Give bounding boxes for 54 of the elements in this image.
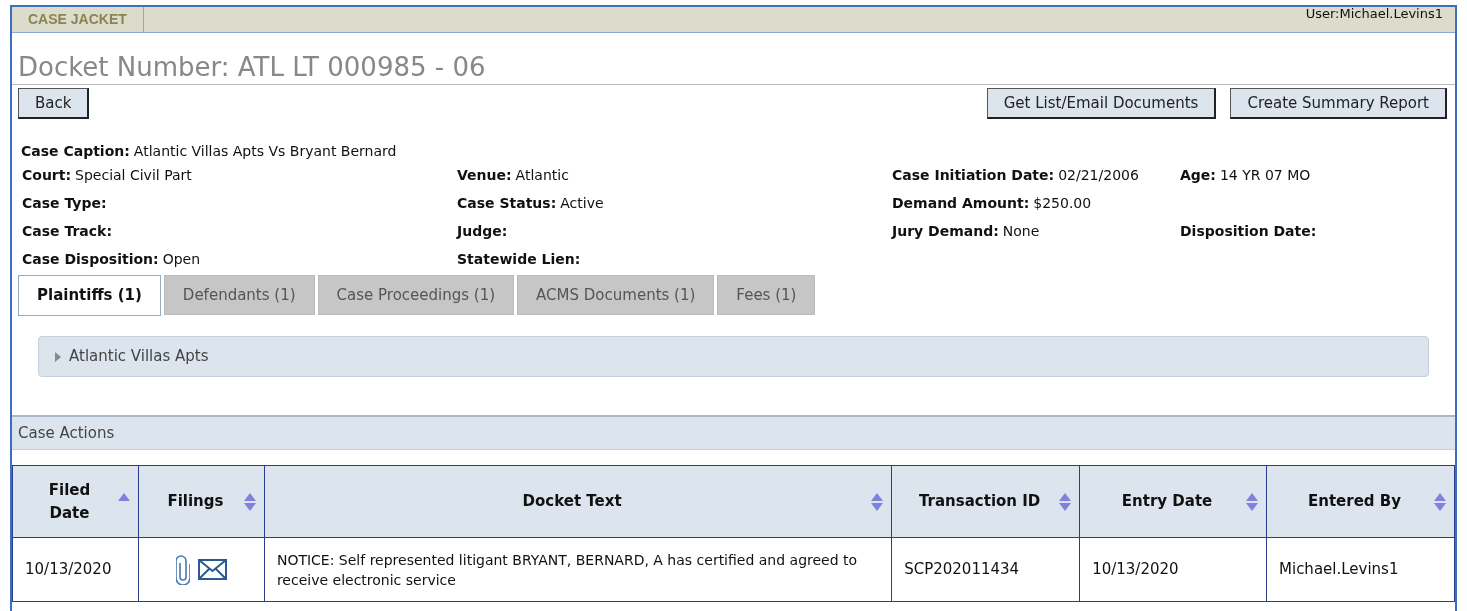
field-value: Special Civil Part bbox=[75, 166, 192, 185]
column-header[interactable]: Entry Date bbox=[1079, 465, 1267, 538]
tab[interactable]: Fees (1) bbox=[717, 275, 816, 315]
field-value: Active bbox=[560, 194, 604, 213]
docket-title: Docket Number: ATL LT 000985 - 06 bbox=[18, 51, 486, 83]
plaintiff-row[interactable]: Atlantic Villas Apts bbox=[38, 336, 1429, 377]
field-label: Age: bbox=[1180, 166, 1216, 185]
column-header[interactable]: Filed Date bbox=[12, 465, 139, 538]
column-header[interactable]: Entered By bbox=[1266, 465, 1455, 538]
field-label: Case Initiation Date: bbox=[892, 166, 1055, 185]
column-header[interactable]: Transaction ID bbox=[891, 465, 1080, 538]
section-title: Case Actions bbox=[18, 422, 115, 444]
column-header[interactable]: Docket Text bbox=[264, 465, 892, 538]
field-label: Venue: bbox=[457, 166, 512, 185]
expand-icon bbox=[55, 351, 61, 362]
field-label: Demand Amount: bbox=[892, 194, 1030, 213]
field-value: Open bbox=[162, 250, 201, 269]
user-label: User:Michael.Levins1 bbox=[1305, 7, 1444, 23]
field-value: 14 YR 07 MO bbox=[1219, 166, 1311, 185]
action-button[interactable]: Create Summary Report bbox=[1230, 88, 1447, 119]
field-label: Case Caption: bbox=[21, 142, 130, 161]
tab[interactable]: Plaintiffs (1) bbox=[18, 275, 161, 316]
field-value: Atlantic bbox=[515, 166, 569, 185]
field-label: Court: bbox=[22, 166, 72, 185]
sort-icon[interactable] bbox=[243, 491, 256, 512]
envelope-icon[interactable] bbox=[197, 559, 227, 580]
table-cell: NOTICE: Self represented litigant BRYANT, BERNARD, A has certified and agreed to receive electronic service bbox=[264, 537, 892, 602]
sort-icon[interactable] bbox=[871, 491, 884, 512]
field-label: Statewide Lien: bbox=[457, 250, 581, 269]
table-cell: Michael.Levins1 bbox=[1266, 537, 1455, 602]
sort-icon[interactable] bbox=[1059, 491, 1072, 512]
tab[interactable]: Defendants (1) bbox=[163, 275, 315, 315]
column-header[interactable]: Filings bbox=[138, 465, 265, 538]
field-label: Case Status: bbox=[457, 194, 557, 213]
field-value: 02/21/2006 bbox=[1058, 166, 1139, 185]
field-label: Case Track: bbox=[22, 222, 112, 241]
table-cell: 10/13/2020 bbox=[1079, 537, 1267, 602]
field-value: $250.00 bbox=[1033, 194, 1092, 213]
field-label: Jury Demand: bbox=[892, 222, 999, 241]
field-value: None bbox=[1002, 222, 1040, 241]
tab[interactable]: ACMS Documents (1) bbox=[517, 275, 715, 315]
action-button[interactable]: Back bbox=[18, 88, 90, 119]
field-label: Disposition Date: bbox=[1180, 222, 1317, 241]
sort-icon[interactable] bbox=[1246, 491, 1258, 512]
field-value: Atlantic Villas Apts Vs Bryant Bernard bbox=[133, 142, 397, 161]
paperclip-icon[interactable] bbox=[175, 554, 190, 585]
tab[interactable]: Case Proceedings (1) bbox=[317, 275, 515, 315]
table-cell: 10/13/2020 bbox=[12, 537, 139, 602]
field-label: Case Disposition: bbox=[22, 250, 159, 269]
field-label: Case Type: bbox=[22, 194, 107, 213]
table-cell: SCP202011434 bbox=[891, 537, 1080, 602]
field-label: Judge: bbox=[457, 222, 508, 241]
sort-icon[interactable] bbox=[1434, 491, 1446, 512]
action-button[interactable]: Get List/Email Documents bbox=[986, 88, 1217, 119]
